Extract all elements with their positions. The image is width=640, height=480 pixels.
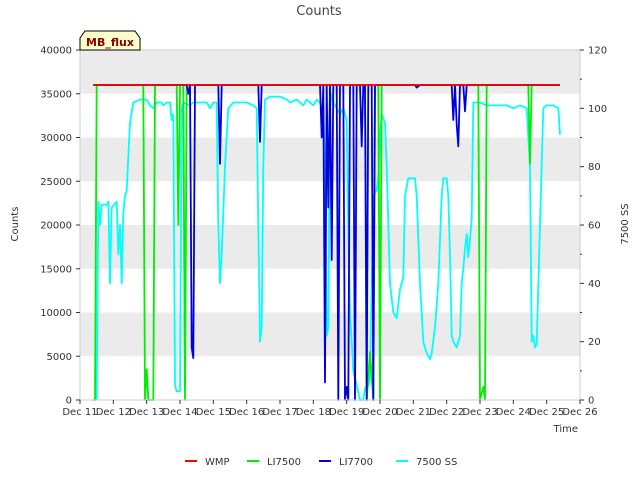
y2-tick-label: 80 [588,162,601,173]
x-tick-label: Dec 14 [162,407,197,418]
y-tick-label: 40000 [40,46,72,57]
legend-label: 7500 SS [416,457,457,468]
x-tick-label: Dec 18 [296,407,331,418]
x-tick-label: Dec 16 [229,407,264,418]
legend-label: LI7700 [339,457,373,468]
x-tick-label: Dec 23 [462,407,497,418]
x-tick-label: Dec 24 [496,407,531,418]
y-tick-label: 15000 [40,264,72,275]
x-axis-label: Time [553,424,578,435]
legend-label: WMP [205,457,230,468]
y-tick-label: 5000 [47,352,72,363]
y-tick-label: 10000 [40,308,72,319]
badge-label: MB_flux [86,36,134,49]
y-tick-label: 25000 [40,177,72,188]
x-tick-label: Dec 13 [129,407,164,418]
y-tick-label: 35000 [40,89,72,100]
y2-tick-label: 20 [588,337,601,348]
x-tick-label: Dec 17 [262,407,297,418]
y2-tick-label: 60 [588,221,601,232]
counts-chart: 0 5000 10000 15000 20000 25000 30000 35000 40000… [10,4,631,468]
x-tick-label: Dec 25 [529,407,564,418]
x-tick-label: Dec 19 [329,407,364,418]
y-axis-label: Counts [10,207,21,242]
legend: WMP LI7500 LI7700 7500 SS [185,457,457,468]
y2-axis-label: 7500 SS [620,203,631,244]
y2-tick-label: 40 [588,279,601,290]
y2-axis-ticks: 0 20 40 60 80 100 120 [580,46,607,407]
y2-tick-label: 120 [588,46,607,57]
y-tick-label: 0 [66,396,72,407]
x-axis-ticks: Dec 11Dec 12Dec 13Dec 14Dec 15Dec 16Dec … [62,400,598,418]
x-tick-label: Dec 15 [196,407,231,418]
x-tick-label: Dec 20 [362,407,397,418]
y-tick-label: 30000 [40,133,72,144]
chart-title: Counts [296,4,342,19]
y-axis-ticks: 0 5000 10000 15000 20000 25000 30000 35000 40000 [40,46,80,407]
x-tick-label: Dec 22 [429,407,464,418]
x-tick-label: Dec 26 [562,407,597,418]
y2-tick-label: 100 [588,104,607,115]
x-tick-label: Dec 11 [62,407,97,418]
mb-flux-badge: MB_flux [79,30,141,51]
y-tick-label: 20000 [40,221,72,232]
x-tick-label: Dec 12 [96,407,131,418]
y2-tick-label: 0 [588,396,594,407]
grid-band [80,312,580,357]
x-tick-label: Dec 21 [396,407,431,418]
legend-label: LI7500 [267,457,301,468]
